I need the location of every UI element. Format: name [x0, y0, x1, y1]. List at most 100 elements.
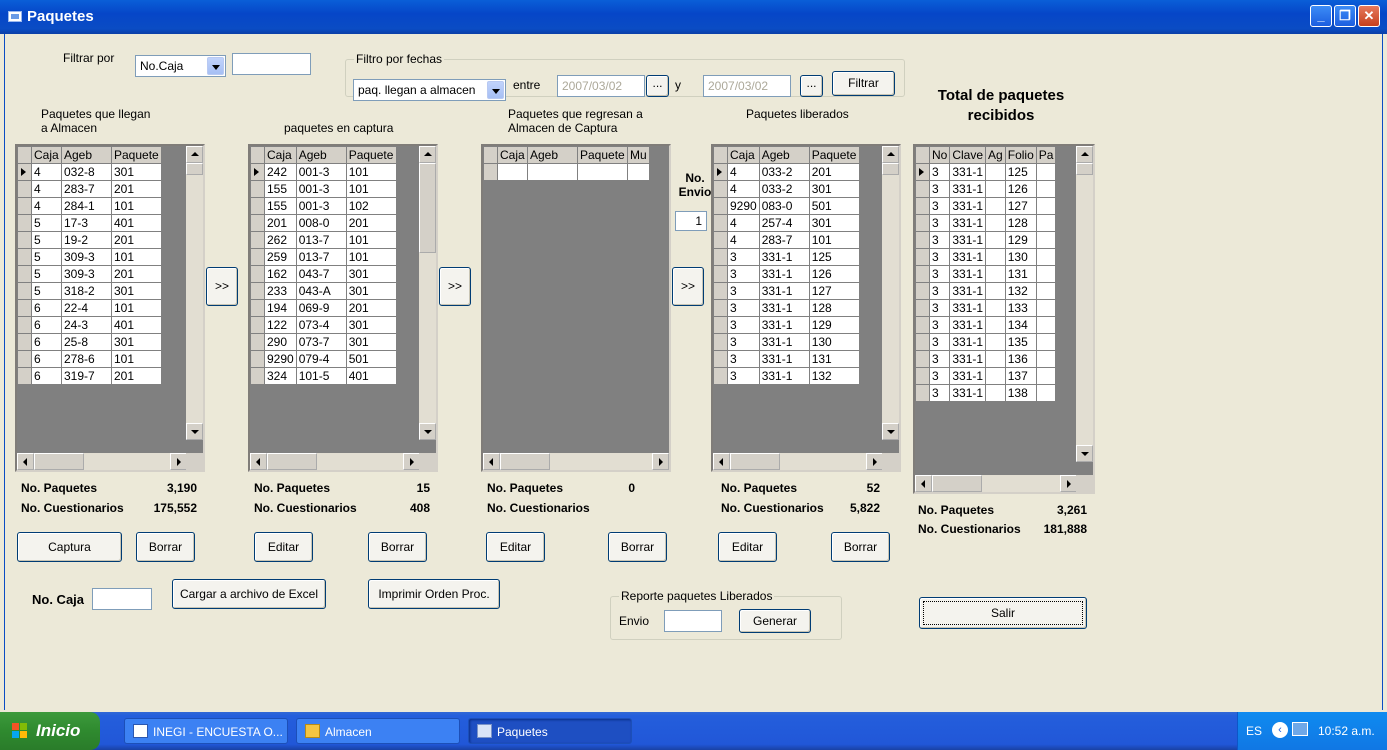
table-cell[interactable]: 278-6: [61, 350, 112, 368]
table-cell[interactable]: 6: [31, 367, 62, 385]
table-cell[interactable]: 331-1: [949, 180, 987, 198]
scroll-thumb[interactable]: [186, 163, 203, 175]
table-row[interactable]: 3 331-1 135: [915, 333, 1057, 351]
horizontal-scrollbar[interactable]: [713, 453, 883, 470]
liberados-editar-button[interactable]: Editar: [718, 532, 777, 562]
table-cell[interactable]: 101: [345, 180, 397, 198]
filtrar-button[interactable]: Filtrar: [832, 71, 895, 96]
table-cell[interactable]: 6: [31, 350, 62, 368]
row-selector[interactable]: [713, 316, 728, 334]
table-cell[interactable]: 5: [31, 248, 62, 266]
table-cell[interactable]: 24-3: [61, 316, 112, 334]
table-row[interactable]: 5 309-3 101: [17, 248, 162, 266]
table-cell[interactable]: 3: [928, 333, 951, 351]
table-cell[interactable]: 133: [1004, 299, 1037, 317]
table-cell[interactable]: 3: [928, 197, 951, 215]
row-selector[interactable]: [915, 197, 930, 215]
horizontal-scrollbar[interactable]: [250, 453, 420, 470]
table-row[interactable]: 155 001-3 102: [250, 197, 397, 215]
table-cell[interactable]: 331-1: [949, 231, 987, 249]
table-cell[interactable]: [985, 350, 1006, 368]
horizontal-scrollbar[interactable]: [915, 475, 1077, 492]
table-cell[interactable]: 331-1: [949, 282, 987, 300]
table-cell[interactable]: 101: [345, 231, 397, 249]
row-selector[interactable]: [250, 299, 265, 317]
table-cell[interactable]: 073-7: [295, 333, 347, 351]
table-cell[interactable]: [985, 231, 1006, 249]
scroll-up-arrow-icon[interactable]: [419, 146, 436, 163]
row-selector[interactable]: [250, 180, 265, 198]
table-cell[interactable]: 3: [928, 299, 951, 317]
column-header[interactable]: Paquete: [345, 146, 397, 164]
table-cell[interactable]: 128: [1004, 214, 1037, 232]
scroll-left-arrow-icon[interactable]: [483, 453, 500, 470]
column-header[interactable]: Ag: [985, 146, 1006, 164]
tray-expand-icon[interactable]: ‹: [1272, 722, 1288, 738]
row-selector[interactable]: [250, 316, 265, 334]
table-cell[interactable]: 008-0: [295, 214, 347, 232]
table-cell[interactable]: 401: [111, 214, 162, 232]
column-header[interactable]: Caja: [497, 146, 528, 164]
table-cell[interactable]: 301: [345, 282, 397, 300]
table-cell[interactable]: 132: [1004, 282, 1037, 300]
chevron-down-icon[interactable]: [487, 81, 504, 99]
table-cell[interactable]: 331-1: [949, 265, 987, 283]
table-cell[interactable]: 283-7: [758, 231, 810, 249]
table-cell[interactable]: [985, 299, 1006, 317]
table-row[interactable]: 6 24-3 401: [17, 316, 162, 334]
row-selector[interactable]: [915, 163, 930, 181]
table-cell[interactable]: 233: [264, 282, 297, 300]
table-cell[interactable]: 259: [264, 248, 297, 266]
row-selector[interactable]: [915, 333, 930, 351]
table-cell[interactable]: 242: [264, 163, 297, 181]
row-selector[interactable]: [713, 214, 728, 232]
title-bar[interactable]: Paquetes _ ❐ ✕: [0, 0, 1387, 34]
horizontal-scrollbar[interactable]: [483, 453, 669, 470]
row-selector[interactable]: [483, 163, 498, 181]
scroll-thumb[interactable]: [1076, 163, 1093, 175]
column-header[interactable]: Caja: [727, 146, 760, 164]
table-cell[interactable]: 5: [31, 265, 62, 283]
scroll-right-arrow-icon[interactable]: [866, 453, 883, 470]
table-cell[interactable]: 4: [727, 231, 760, 249]
column-header[interactable]: Ageb: [758, 146, 810, 164]
table-cell[interactable]: 3: [727, 282, 760, 300]
table-row[interactable]: 3 331-1 131: [915, 265, 1057, 283]
table-cell[interactable]: 301: [808, 180, 860, 198]
column-header[interactable]: Ageb: [527, 146, 578, 164]
table-cell[interactable]: 3: [727, 350, 760, 368]
table-row[interactable]: 122 073-4 301: [250, 316, 397, 334]
table-cell[interactable]: 127: [1004, 197, 1037, 215]
table-row[interactable]: 4 033-2 201: [713, 163, 860, 181]
row-selector[interactable]: [713, 163, 728, 181]
row-selector[interactable]: [250, 231, 265, 249]
language-indicator[interactable]: ES: [1246, 724, 1262, 738]
table-row[interactable]: 3 331-1 125: [713, 248, 860, 266]
table-cell[interactable]: 201: [111, 367, 162, 385]
table-cell[interactable]: 132: [808, 367, 860, 385]
table-cell[interactable]: 5: [31, 231, 62, 249]
almacen-borrar-button[interactable]: Borrar: [136, 532, 195, 562]
table-cell[interactable]: 301: [111, 282, 162, 300]
table-cell[interactable]: 331-1: [949, 384, 987, 402]
table-cell[interactable]: 331-1: [758, 333, 810, 351]
table-row[interactable]: 242 001-3 101: [250, 163, 397, 181]
table-cell[interactable]: 131: [808, 350, 860, 368]
table-cell[interactable]: 3: [928, 248, 951, 266]
table-row[interactable]: 290 073-7 301: [250, 333, 397, 351]
table-cell[interactable]: 331-1: [758, 350, 810, 368]
table-cell[interactable]: 3: [727, 316, 760, 334]
table-row[interactable]: 3 331-1 132: [713, 367, 860, 385]
table-cell[interactable]: 5: [31, 214, 62, 232]
table-cell[interactable]: 17-3: [61, 214, 112, 232]
row-selector[interactable]: [713, 282, 728, 300]
table-cell[interactable]: 125: [808, 248, 860, 266]
table-cell[interactable]: 309-3: [61, 248, 112, 266]
table-cell[interactable]: 6: [31, 299, 62, 317]
filtrar-text-input[interactable]: [232, 53, 311, 75]
table-cell[interactable]: 3: [727, 299, 760, 317]
table-cell[interactable]: 4: [31, 180, 62, 198]
table-cell[interactable]: 3: [727, 367, 760, 385]
table-cell[interactable]: 401: [111, 316, 162, 334]
table-cell[interactable]: 3: [928, 384, 951, 402]
